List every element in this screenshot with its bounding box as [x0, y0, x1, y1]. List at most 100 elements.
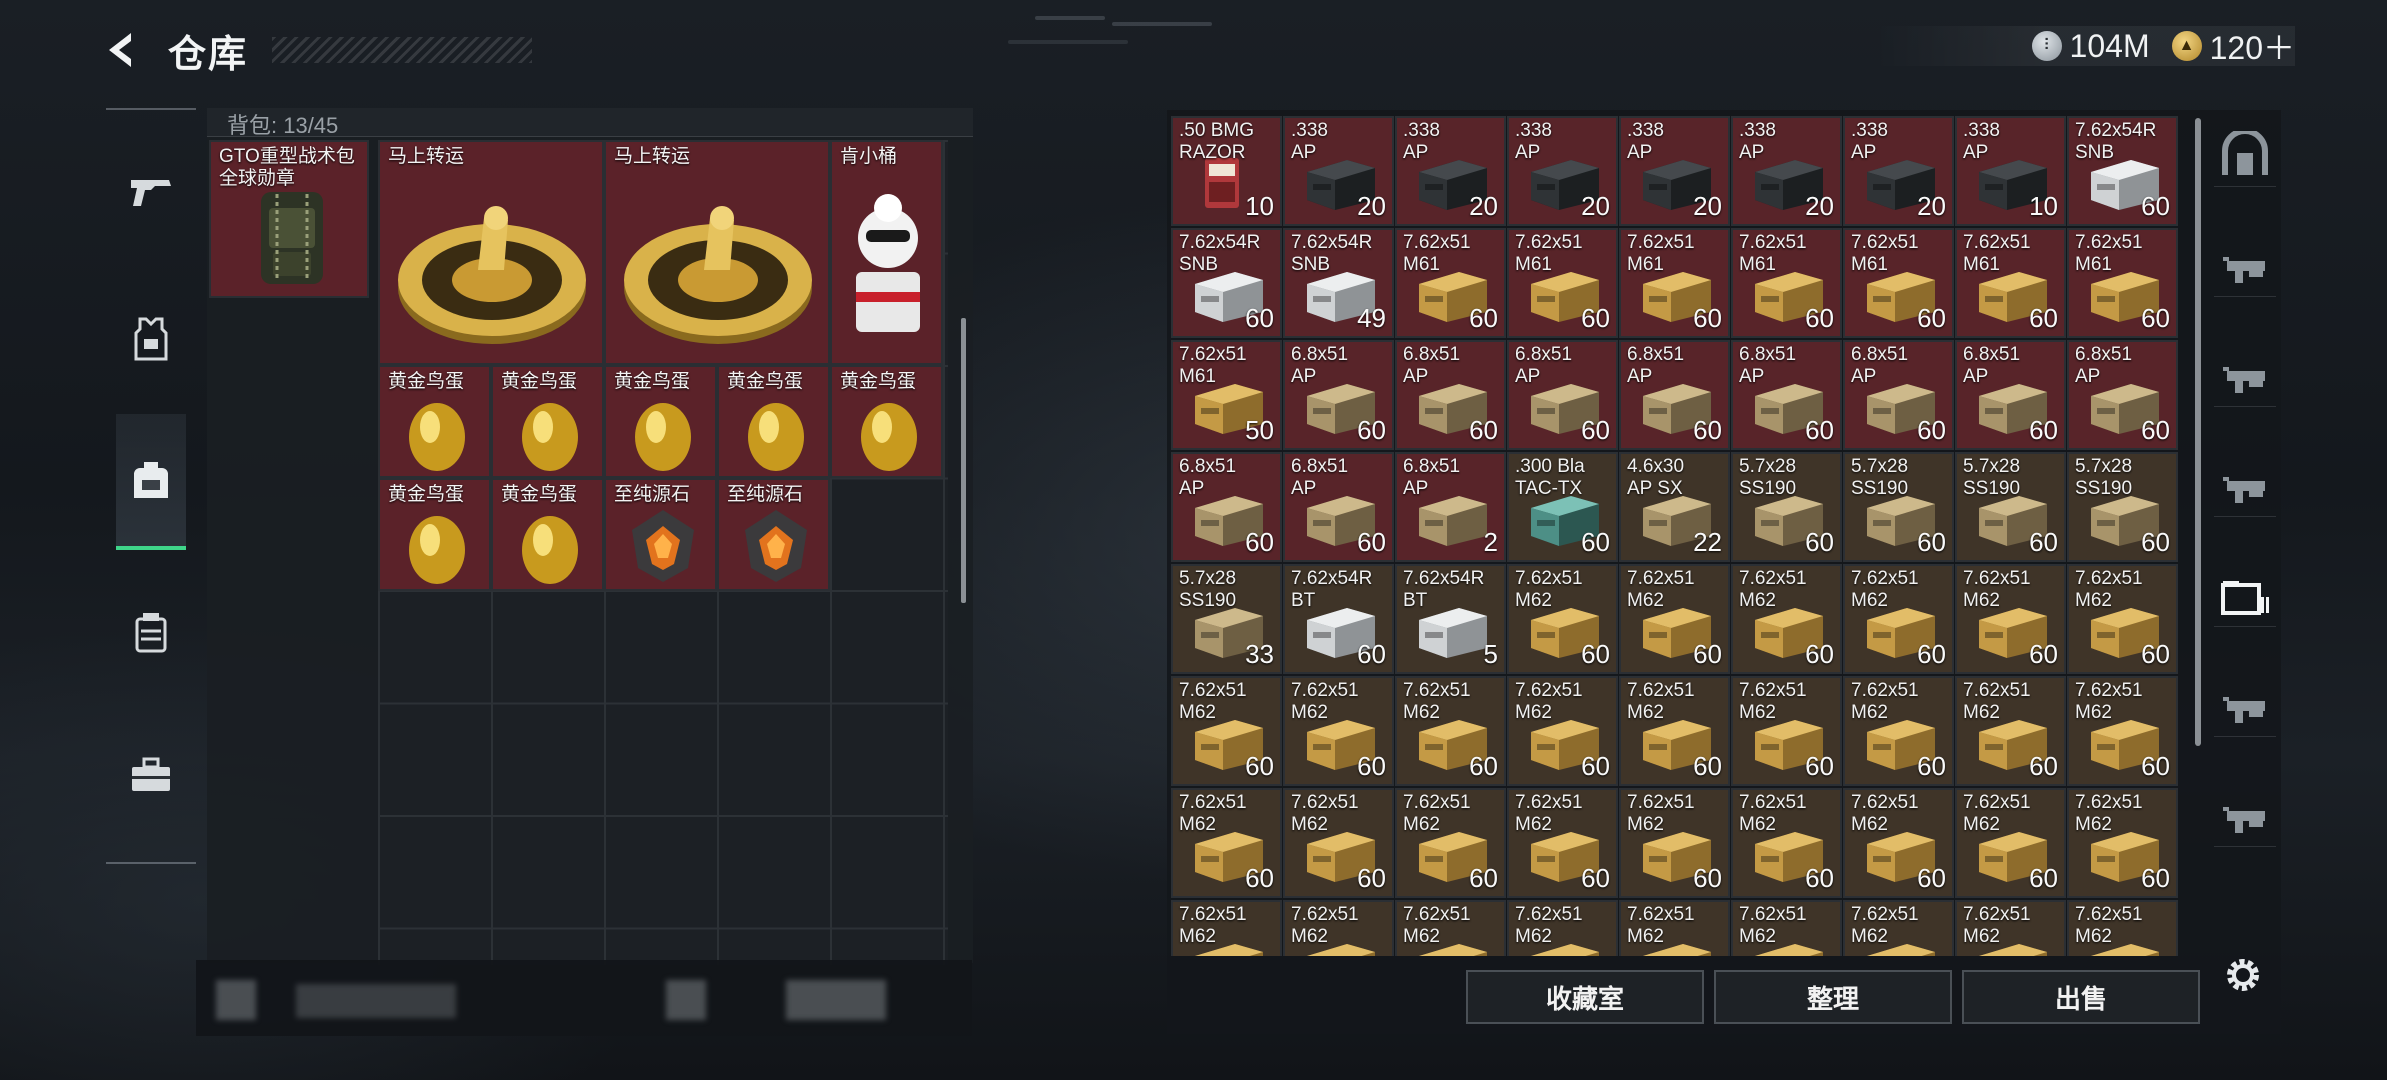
stash-filter-tab[interactable] [2214, 564, 2276, 627]
ammo-item[interactable]: 5.7x28 SS190 60 [1843, 452, 1954, 562]
backpack-item[interactable]: 黄金鸟蛋 [604, 365, 717, 478]
backpack-item[interactable]: 黄金鸟蛋 [491, 478, 604, 591]
toolbox-tab[interactable] [116, 740, 186, 810]
armor-tab[interactable] [116, 304, 186, 374]
ammo-item[interactable]: 7.62x51 M62 60 [1619, 788, 1730, 898]
ammo-item[interactable]: 7.62x51 M61 60 [1507, 228, 1618, 338]
ammo-item[interactable]: 7.62x51 M62 60 [1395, 788, 1506, 898]
stash-filter-tab[interactable] [2214, 784, 2276, 847]
backpack-item[interactable]: 至纯源石 [717, 478, 830, 591]
stash-filter-tab[interactable] [2214, 674, 2276, 737]
chest-rig-tab[interactable] [116, 598, 186, 668]
ammo-item[interactable]: 7.62x51 M62 [1507, 900, 1618, 956]
ammo-item[interactable]: 7.62x51 M61 60 [1619, 228, 1730, 338]
ammo-item[interactable]: .338 AP 20 [1283, 116, 1394, 226]
ammo-item[interactable]: 7.62x51 M61 60 [1395, 228, 1506, 338]
ammo-item[interactable]: 7.62x51 M61 50 [1171, 340, 1282, 450]
ammo-item[interactable]: 6.8x51 AP 60 [1283, 340, 1394, 450]
ammo-item[interactable]: .338 AP 20 [1395, 116, 1506, 226]
ammo-item[interactable]: 5.7x28 SS190 60 [2067, 452, 2178, 562]
ammo-item[interactable]: 7.62x54R SNB 60 [2067, 116, 2178, 226]
ammo-item[interactable]: 7.62x51 M62 [1171, 900, 1282, 956]
ammo-item[interactable]: 7.62x51 M62 [1283, 900, 1394, 956]
ammo-item[interactable]: 7.62x54R BT 60 [1283, 564, 1394, 674]
ammo-item[interactable]: 7.62x51 M62 60 [1507, 564, 1618, 674]
backpack-item[interactable]: 黄金鸟蛋 [717, 365, 830, 478]
ammo-item[interactable]: 6.8x51 AP 2 [1395, 452, 1506, 562]
ammo-item[interactable]: 7.62x51 M62 60 [1619, 564, 1730, 674]
ammo-item[interactable]: 7.62x51 M62 60 [1283, 676, 1394, 786]
ammo-item[interactable]: 6.8x51 AP 60 [1619, 340, 1730, 450]
sort-button[interactable]: 整理 [1714, 970, 1952, 1024]
ammo-item[interactable]: 5.7x28 SS190 60 [1955, 452, 2066, 562]
backpack-item[interactable]: 黄金鸟蛋 [491, 365, 604, 478]
backpack-item[interactable]: 黄金鸟蛋 [830, 365, 943, 478]
ammo-item[interactable]: 6.8x51 AP 60 [2067, 340, 2178, 450]
backpack-scrollbar[interactable] [961, 318, 966, 603]
ammo-item[interactable]: 7.62x54R SNB 49 [1283, 228, 1394, 338]
ammo-item[interactable]: 7.62x54R SNB 60 [1171, 228, 1282, 338]
ammo-item[interactable]: 7.62x51 M62 60 [1619, 676, 1730, 786]
ammo-item[interactable]: 7.62x51 M62 60 [1955, 788, 2066, 898]
stash-filter-tab[interactable] [2214, 124, 2276, 187]
backpack-item[interactable]: 马上转运 [378, 140, 604, 365]
equipped-backpack-slot[interactable]: GTO重型战术包 全球勋章 [209, 140, 369, 298]
ammo-item[interactable]: 7.62x51 M62 [2067, 900, 2178, 956]
ammo-item[interactable]: 7.62x51 M62 60 [2067, 564, 2178, 674]
ammo-item[interactable]: 7.62x51 M61 60 [1731, 228, 1842, 338]
stash-filter-tab[interactable] [2214, 344, 2276, 407]
ammo-item[interactable]: 7.62x51 M61 60 [2067, 228, 2178, 338]
ammo-item[interactable]: 7.62x51 M62 [1955, 900, 2066, 956]
ammo-item[interactable]: .300 Bla TAC-TX 60 [1507, 452, 1618, 562]
backpack-tab[interactable] [116, 414, 186, 550]
ammo-item[interactable]: 7.62x51 M62 [1731, 900, 1842, 956]
ammo-item[interactable]: 7.62x54R BT 5 [1395, 564, 1506, 674]
ammo-item[interactable]: 6.8x51 AP 60 [1283, 452, 1394, 562]
backpack-item[interactable]: 至纯源石 [604, 478, 717, 591]
backpack-item[interactable]: 黄金鸟蛋 [378, 478, 491, 591]
ammo-item[interactable]: 7.62x51 M62 60 [1843, 788, 1954, 898]
ammo-item[interactable]: .338 AP 20 [1507, 116, 1618, 226]
collection-room-button[interactable]: 收藏室 [1466, 970, 1704, 1024]
ammo-item[interactable]: .338 AP 10 [1955, 116, 2066, 226]
ammo-item[interactable]: 7.62x51 M62 [1843, 900, 1954, 956]
ammo-item[interactable]: 7.62x51 M62 60 [1507, 788, 1618, 898]
ammo-item[interactable]: 7.62x51 M62 60 [1731, 676, 1842, 786]
weapon-tab[interactable] [116, 158, 186, 228]
ammo-item[interactable]: .338 AP 20 [1731, 116, 1842, 226]
ammo-item[interactable]: 7.62x51 M62 60 [1843, 676, 1954, 786]
ammo-item[interactable]: 7.62x51 M62 60 [1731, 564, 1842, 674]
ammo-item[interactable]: 7.62x51 M62 60 [1171, 676, 1282, 786]
ammo-item[interactable]: .50 BMG RAZOR 10 [1171, 116, 1282, 226]
ammo-item[interactable]: 7.62x51 M62 60 [1283, 788, 1394, 898]
ammo-item[interactable]: .338 AP 20 [1619, 116, 1730, 226]
backpack-item[interactable]: 肯小桶 [830, 140, 943, 365]
stash-filter-tab[interactable] [2214, 454, 2276, 517]
ammo-item[interactable]: 7.62x51 M62 60 [1955, 564, 2066, 674]
ammo-item[interactable]: 7.62x51 M62 60 [1171, 788, 1282, 898]
ammo-item[interactable]: 7.62x51 M62 60 [1955, 676, 2066, 786]
settings-button[interactable] [2220, 952, 2266, 998]
ammo-item[interactable]: 6.8x51 AP 60 [1843, 340, 1954, 450]
ammo-item[interactable]: 7.62x51 M62 60 [1395, 676, 1506, 786]
backpack-item[interactable]: 马上转运 [604, 140, 830, 365]
ammo-item[interactable]: 4.6x30 AP SX 22 [1619, 452, 1730, 562]
ammo-item[interactable]: 7.62x51 M62 [1619, 900, 1730, 956]
back-button[interactable] [100, 27, 146, 73]
ammo-item[interactable]: 7.62x51 M61 60 [1843, 228, 1954, 338]
ammo-item[interactable]: 6.8x51 AP 60 [1955, 340, 2066, 450]
ammo-item[interactable]: .338 AP 20 [1843, 116, 1954, 226]
ammo-item[interactable]: 7.62x51 M62 60 [1843, 564, 1954, 674]
ammo-item[interactable]: 6.8x51 AP 60 [1731, 340, 1842, 450]
sell-button[interactable]: 出售 [1962, 970, 2200, 1024]
ammo-item[interactable]: 5.7x28 SS190 33 [1171, 564, 1282, 674]
ammo-item[interactable]: 7.62x51 M62 60 [1731, 788, 1842, 898]
ammo-item[interactable]: 7.62x51 M62 60 [1507, 676, 1618, 786]
ammo-item[interactable]: 6.8x51 AP 60 [1171, 452, 1282, 562]
ammo-item[interactable]: 6.8x51 AP 60 [1395, 340, 1506, 450]
ammo-item[interactable]: 7.62x51 M62 60 [2067, 676, 2178, 786]
stash-scrollbar[interactable] [2195, 118, 2201, 746]
ammo-item[interactable]: 7.62x51 M62 [1395, 900, 1506, 956]
stash-filter-tab[interactable] [2214, 234, 2276, 297]
ammo-item[interactable]: 6.8x51 AP 60 [1507, 340, 1618, 450]
